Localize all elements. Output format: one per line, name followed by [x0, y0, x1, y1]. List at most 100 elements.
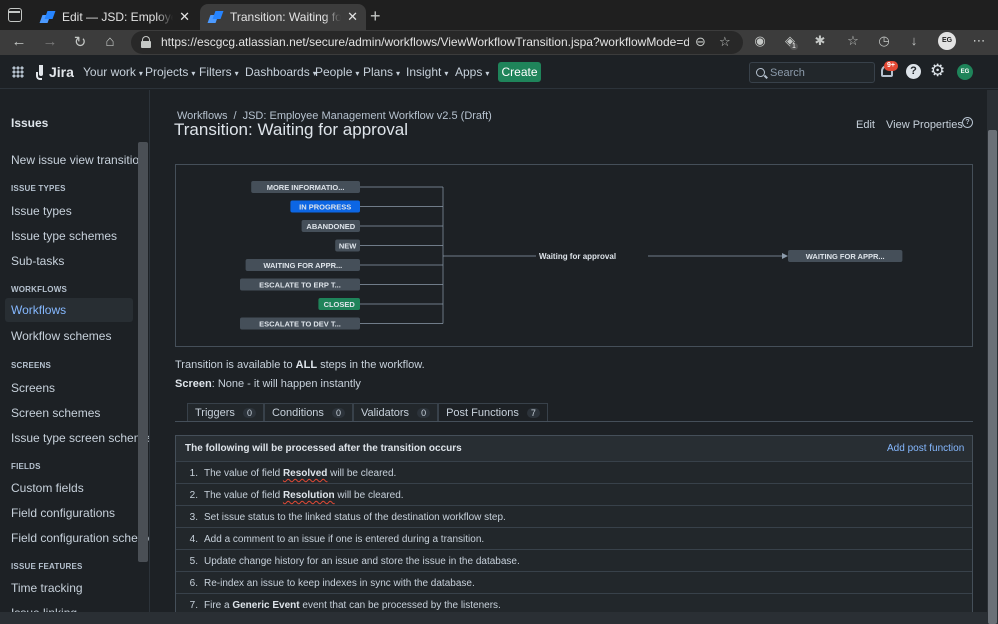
status-label: ESCALATE TO DEV T... — [259, 320, 341, 329]
tab-title: Transition: Waiting for approval — [230, 10, 341, 24]
tabs-divider — [175, 421, 973, 422]
post-function-number: 5. — [176, 556, 198, 567]
source-status-lozenge: NEW — [335, 240, 360, 252]
browser-tab-transition[interactable]: Transition: Waiting for approval ✕ — [200, 4, 366, 30]
sidebar-title: Issues — [11, 116, 48, 130]
bookmark-star-icon[interactable]: ☆ — [719, 34, 731, 50]
status-label: CLOSED — [324, 300, 356, 309]
browser-tab-edit-workflow[interactable]: Edit — JSD: Employee Management Workflow… — [32, 4, 198, 30]
nav-filters[interactable]: Filters▾ — [199, 65, 239, 79]
downloads-icon[interactable]: ↓ — [905, 33, 923, 48]
create-button[interactable]: Create — [498, 62, 541, 82]
nav-plans[interactable]: Plans▾ — [363, 65, 400, 79]
sidebar-item-custom-fields[interactable]: Custom fields — [11, 481, 84, 495]
sidebar-item-issue-type-schemes[interactable]: Issue type schemes — [11, 229, 117, 243]
notification-count-badge: 9+ — [884, 61, 898, 71]
view-properties-button[interactable]: View Properties — [880, 117, 969, 133]
nav-dashboards[interactable]: Dashboards▾ — [245, 65, 317, 79]
address-bar[interactable]: https://escgcg.atlassian.net/secure/admi… — [131, 31, 743, 54]
tab-count: 0 — [243, 408, 256, 418]
transition-label: Waiting for approval — [539, 252, 616, 261]
sidebar-item-field-configuration-schemes[interactable]: Field configuration schemes — [11, 531, 150, 545]
nav-your-work[interactable]: Your work▾ — [83, 65, 143, 79]
sidebar-item-screen-schemes[interactable]: Screen schemes — [11, 406, 100, 420]
tab-count: 7 — [527, 408, 540, 418]
help-icon[interactable]: ? — [906, 64, 921, 79]
search-input[interactable] — [770, 66, 870, 80]
sidebar-item-screens[interactable]: Screens — [11, 381, 55, 395]
chevron-down-icon: ▾ — [235, 69, 239, 78]
edit-button[interactable]: Edit — [850, 117, 881, 133]
extensions-puzzle-icon[interactable]: ✱ — [811, 33, 829, 49]
sidebar-item-workflows[interactable]: Workflows — [5, 298, 133, 322]
sidebar-item-sub-tasks[interactable]: Sub-tasks — [11, 254, 64, 268]
help-icon[interactable]: ? — [962, 117, 973, 128]
tab-conditions[interactable]: Conditions0 — [264, 403, 353, 422]
close-tab-icon[interactable]: ✕ — [347, 9, 358, 25]
source-status-lozenge: ESCALATE TO ERP T... — [240, 279, 360, 291]
sidebar-item-issue-types[interactable]: Issue types — [11, 204, 72, 218]
extension-spy-icon[interactable]: ◉ — [751, 33, 769, 49]
history-icon[interactable]: ◷ — [875, 33, 893, 49]
post-function-text: Add a comment to an issue if one is ente… — [204, 534, 484, 545]
admin-sidebar: Issues New issue view transition ISSUE T… — [0, 90, 150, 624]
post-function-field-name: Resolved — [283, 468, 327, 479]
sidebar-heading-issue-types: ISSUE TYPES — [11, 184, 66, 193]
source-status-lozenge: IN PROGRESS — [290, 201, 360, 213]
browser-toolbar: ← → ↻ ⌂ https://escgcg.atlassian.net/sec… — [0, 30, 998, 55]
home-icon[interactable]: ⌂ — [100, 33, 120, 50]
close-tab-icon[interactable]: ✕ — [179, 9, 190, 25]
chevron-down-icon: ▾ — [485, 69, 489, 78]
new-tab-button[interactable]: + — [370, 6, 381, 27]
chevron-down-icon: ▾ — [191, 69, 195, 78]
jira-logo-icon — [36, 65, 46, 79]
reload-icon[interactable]: ↻ — [70, 33, 90, 51]
sidebar-item-field-configurations[interactable]: Field configurations — [11, 506, 115, 520]
post-function-text: The value of field Resolved will be clea… — [204, 468, 396, 479]
sidebar-heading-issue-features: ISSUE FEATURES — [11, 562, 83, 571]
page-scrollbar[interactable] — [987, 90, 998, 624]
tab-count: 0 — [332, 408, 345, 418]
arrowhead-icon — [782, 253, 788, 259]
browser-menu-icon[interactable]: ⋯ — [970, 33, 988, 49]
nav-insight[interactable]: Insight▾ — [406, 65, 448, 79]
back-arrow-icon[interactable]: ← — [9, 33, 29, 50]
search-box[interactable] — [749, 62, 875, 83]
tab-post-functions[interactable]: Post Functions7 — [438, 403, 548, 422]
jira-logo[interactable]: Jira — [36, 64, 74, 80]
forward-arrow-icon[interactable]: → — [40, 33, 60, 50]
horizontal-scrollbar[interactable] — [0, 612, 987, 624]
tab-search-icon[interactable] — [8, 8, 22, 22]
status-label: IN PROGRESS — [299, 203, 351, 212]
sidebar-scrollbar[interactable] — [138, 142, 148, 562]
page-scrollbar-thumb[interactable] — [988, 130, 997, 624]
browser-profile-avatar[interactable]: EG — [938, 32, 956, 50]
sidebar-item-new-issue-view-transition[interactable]: New issue view transition — [11, 153, 146, 167]
user-avatar[interactable]: EG — [957, 64, 973, 80]
sidebar-item-issue-type-screen-schemes[interactable]: Issue type screen schemes — [11, 431, 150, 445]
url-text[interactable]: https://escgcg.atlassian.net/secure/admi… — [161, 35, 689, 49]
post-functions-header: The following will be processed after th… — [176, 436, 972, 461]
source-status-lozenge: ABANDONED — [302, 220, 360, 232]
zoom-icon[interactable]: ⊖ — [695, 34, 706, 50]
add-post-function-link[interactable]: Add post function — [887, 443, 964, 454]
site-info-icon[interactable] — [141, 36, 151, 48]
nav-projects[interactable]: Projects▾ — [145, 65, 195, 79]
app-switcher-icon[interactable] — [12, 66, 24, 78]
transition-diagram: MORE INFORMATIO...IN PROGRESSABANDONEDNE… — [175, 164, 973, 347]
tab-triggers[interactable]: Triggers0 — [187, 403, 264, 422]
sidebar-item-workflow-schemes[interactable]: Workflow schemes — [11, 329, 111, 343]
favorites-icon[interactable]: ☆ — [844, 33, 862, 49]
tab-validators[interactable]: Validators0 — [353, 403, 438, 422]
product-name: Jira — [49, 64, 74, 80]
status-label: WAITING FOR APPR... — [263, 261, 342, 270]
source-status-lozenge: CLOSED — [318, 298, 360, 310]
post-function-text: Fire a Generic Event event that can be p… — [204, 600, 501, 611]
sidebar-item-time-tracking[interactable]: Time tracking — [11, 581, 83, 595]
settings-gear-icon[interactable]: ⚙ — [930, 61, 945, 81]
nav-people[interactable]: People▾ — [315, 65, 359, 79]
extension-badge: 1 — [790, 43, 798, 50]
nav-apps[interactable]: Apps▾ — [455, 65, 489, 79]
post-function-row: 6.Re-index an issue to keep indexes in s… — [176, 571, 972, 593]
chevron-down-icon: ▾ — [444, 69, 448, 78]
